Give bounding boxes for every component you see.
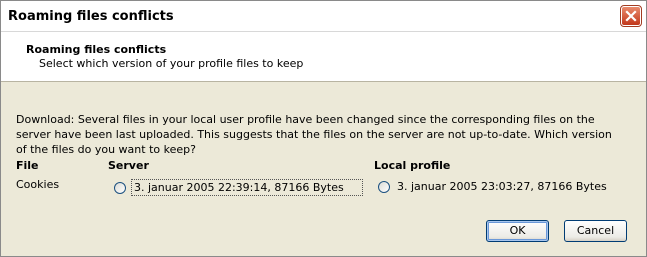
dialog-window: Roaming files conflicts Roaming files co…	[0, 0, 647, 257]
local-version-label[interactable]: 3. januar 2005 23:03:27, 87166 Bytes	[395, 179, 609, 194]
close-button[interactable]	[620, 5, 642, 27]
cancel-button[interactable]: Cancel	[564, 220, 627, 242]
header-title: Roaming files conflicts	[26, 43, 167, 56]
window-title: Roaming files conflicts	[8, 9, 174, 24]
column-header-server: Server	[108, 159, 149, 172]
server-radio-button[interactable]	[114, 181, 126, 194]
ok-button[interactable]: OK	[486, 220, 549, 242]
dialog-header: Roaming files conflicts Select which ver…	[1, 32, 646, 82]
header-subtitle: Select which version of your profile fil…	[39, 57, 304, 70]
server-version-option[interactable]: 3. januar 2005 22:39:14, 87166 Bytes	[114, 179, 363, 196]
column-header-file: File	[16, 159, 39, 172]
column-header-local-profile: Local profile	[374, 159, 451, 172]
server-version-label[interactable]: 3. januar 2005 22:39:14, 87166 Bytes	[131, 179, 363, 196]
title-bar: Roaming files conflicts	[1, 1, 646, 32]
local-version-option[interactable]: 3. januar 2005 23:03:27, 87166 Bytes	[378, 179, 609, 194]
file-name-cookies: Cookies	[16, 178, 60, 191]
local-radio-button[interactable]	[378, 180, 390, 193]
close-icon	[625, 10, 637, 22]
description-text: Download: Several files in your local us…	[16, 113, 612, 156]
